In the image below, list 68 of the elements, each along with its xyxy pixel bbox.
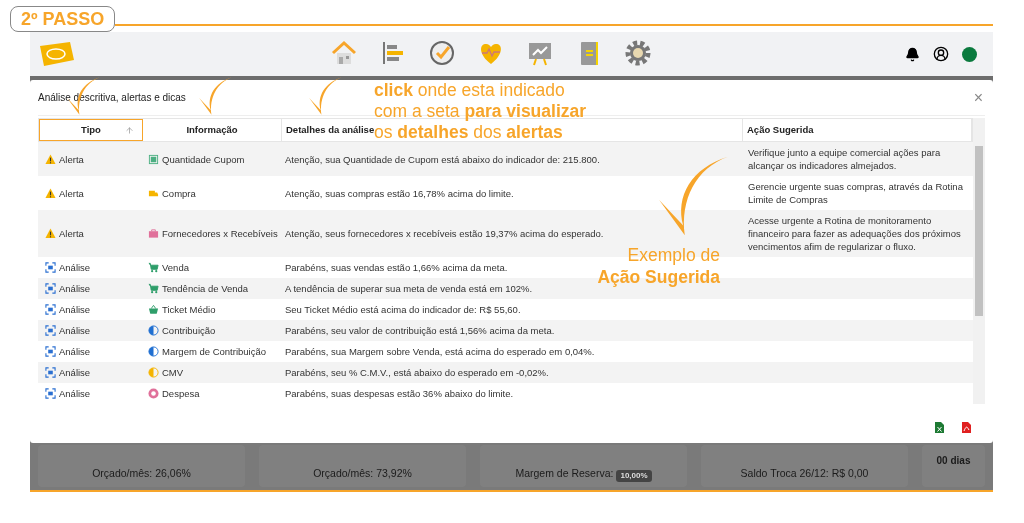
info-label: Despesa: [162, 387, 200, 400]
column-header[interactable]: Informação: [143, 119, 282, 141]
analysis-details: Seu Ticket Médio está acima do indicador de: R$ 55,60.: [285, 304, 521, 315]
analysis-details: Atenção, suas compras estão 16,78% acima do limite.: [285, 187, 514, 199]
scrollbar[interactable]: [973, 118, 985, 404]
type-label: Alerta: [59, 186, 84, 200]
info-label: Ticket Médio: [162, 303, 216, 316]
type-label: Alerta: [59, 227, 84, 240]
type-label: Análise: [59, 366, 91, 379]
info-label: CMV: [162, 366, 184, 379]
info-label: Quantidade Cupom: [162, 152, 245, 166]
analysis-details: A tendência de superar sua meta de venda está em 102%.: [285, 283, 533, 294]
type-label: Análise: [59, 324, 91, 337]
type-label: Alerta: [59, 152, 84, 166]
info-label: Fornecedores x Recebíveis: [162, 227, 278, 240]
user-icon[interactable]: [933, 46, 949, 62]
analysis-details: Parabéns, seu % C.M.V., está abaixo do esperado em -0,02%.: [285, 367, 549, 378]
clock-check-icon[interactable]: [428, 39, 456, 67]
analysis-details: Parabéns, suas vendas estão 1,66% acima da meta.: [285, 262, 508, 273]
warning-icon: [45, 187, 56, 199]
analysis-details: Parabéns, sua Margem sobre Venda, está acima do esperado em 0,04%.: [285, 346, 595, 357]
analysis-details: Atenção, seus fornecedores x recebíveis estão 19,37% acima do esperado.: [285, 228, 604, 239]
notification-icon[interactable]: [905, 46, 920, 62]
card-text: Orçado/mês: 26,06%: [92, 466, 191, 482]
info-label: Margem de Contribuição: [162, 345, 267, 358]
callout-text: Ação Sugerida: [597, 266, 720, 288]
close-button[interactable]: ×: [973, 89, 985, 106]
type-label: Análise: [59, 282, 91, 295]
column-header[interactable]: Ação Sugerida: [743, 119, 972, 141]
card-text: Saldo Troca 26/12: R$ 0,00: [740, 466, 869, 482]
callout-text: Exemplo de: [627, 244, 720, 266]
suggested-action: Verifique junto a equipe comercial ações para alcançar os indicadores almejados.: [748, 147, 941, 171]
step-badge: 2º PASSO: [10, 6, 116, 32]
info-label: Compra: [162, 186, 196, 200]
suggested-action: Acesse urgente a Rotina de monitoramento financeiro para fazer as adequações dos próximos vencimentos afim de regularizar o fluxo.: [748, 215, 961, 252]
type-label: Análise: [59, 303, 91, 316]
callout-text: os detalhes dos alertas: [374, 122, 564, 143]
info-label: Tendência de Venda: [162, 282, 249, 295]
scan-icon: [45, 304, 56, 315]
suggested-action: Gerencie urgente suas compras, através da Rotina Limite de Compras: [748, 181, 963, 205]
scan-icon: [45, 346, 56, 357]
card-text: 00 dias: [936, 454, 971, 468]
info-label: Contribuição: [162, 324, 216, 337]
card-text: Margem de Reserva:: [515, 466, 614, 482]
scan-icon: [45, 262, 56, 273]
scan-icon: [45, 283, 56, 294]
type-label: Análise: [59, 387, 91, 400]
type-label: Análise: [59, 261, 91, 274]
scan-icon: [45, 367, 56, 378]
analysis-details: Parabéns, suas despesas estão 36% abaixo do limite.: [285, 388, 514, 399]
analysis-details: Atenção, sua Quantidade de Cupom está abaixo do indicador de: 215.800.: [285, 153, 600, 165]
analysis-details: Parabéns, seu valor de contribuição está 1,56% acima da meta.: [285, 325, 555, 336]
excel-icon[interactable]: [935, 422, 944, 433]
type-label: Análise: [59, 345, 91, 358]
warning-icon: [45, 153, 56, 165]
info-label: Venda: [162, 261, 189, 274]
percent-badge: 10,00%: [616, 470, 652, 482]
callout-text: com a seta para visualizar: [374, 101, 587, 122]
pdf-icon[interactable]: [962, 422, 971, 433]
card-text: Orçado/mês: 73,92%: [313, 466, 412, 482]
sort-arrow-icon: [125, 125, 134, 135]
house-icon[interactable]: [330, 39, 358, 67]
gear-icon[interactable]: [624, 39, 652, 67]
callout-text: click onde esta indicado: [374, 80, 566, 101]
warning-icon: [45, 228, 56, 239]
column-header[interactable]: Tipo: [39, 119, 143, 141]
scan-icon: [45, 388, 56, 399]
scan-icon: [45, 325, 56, 336]
